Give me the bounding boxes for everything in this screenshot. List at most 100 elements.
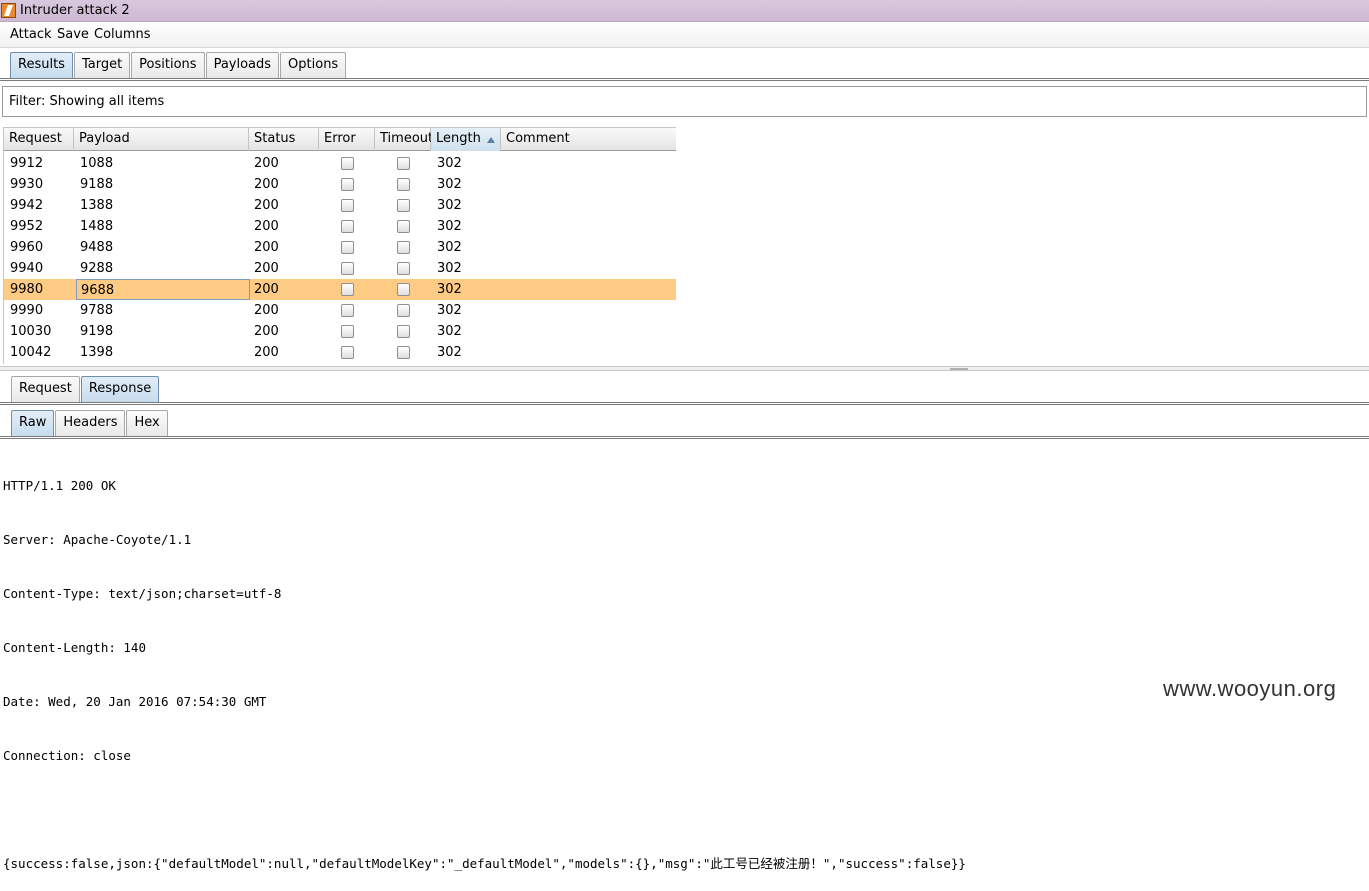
- response-line: Content-Length: 140: [3, 640, 146, 655]
- split-divider[interactable]: [0, 366, 1369, 371]
- error-checkbox[interactable]: [341, 241, 354, 254]
- cell-request: 10030: [10, 324, 52, 339]
- response-line: HTTP/1.1 200 OK: [3, 478, 116, 493]
- table-row[interactable]: 9912 1088 200 302: [4, 153, 676, 174]
- cell-length: 302: [437, 198, 462, 213]
- menu-save[interactable]: Save: [57, 27, 89, 42]
- error-checkbox[interactable]: [341, 157, 354, 170]
- table-row[interactable]: 9952 1488 200 302: [4, 216, 676, 237]
- column-header-request[interactable]: Request: [4, 128, 74, 151]
- table-row[interactable]: 10042 1398 200 302: [4, 342, 676, 363]
- cell-status: 200: [254, 282, 279, 297]
- timeout-checkbox[interactable]: [397, 199, 410, 212]
- table-row[interactable]: 9940 9288 200 302: [4, 258, 676, 279]
- column-header-timeout[interactable]: Timeout: [375, 128, 433, 151]
- title-bar: Intruder attack 2: [0, 0, 1369, 22]
- filter-text: Filter: Showing all items: [9, 94, 165, 109]
- menu-columns[interactable]: Columns: [94, 27, 151, 42]
- tab-response[interactable]: Response: [80, 376, 160, 402]
- tab-options[interactable]: Options: [280, 52, 347, 78]
- tab-hex[interactable]: Hex: [126, 410, 168, 436]
- response-line: Connection: close: [3, 748, 131, 763]
- column-header-length[interactable]: Length: [431, 128, 501, 151]
- error-checkbox[interactable]: [341, 325, 354, 338]
- error-checkbox[interactable]: [341, 346, 354, 359]
- table-row[interactable]: 10030 9198 200 302: [4, 321, 676, 342]
- error-checkbox[interactable]: [341, 199, 354, 212]
- menu-attack[interactable]: Attack: [10, 27, 52, 42]
- cell-request: 10042: [10, 345, 52, 360]
- table-row[interactable]: 9990 9788 200 302: [4, 300, 676, 321]
- timeout-checkbox[interactable]: [397, 178, 410, 191]
- cell-length: 302: [437, 177, 462, 192]
- tab-payloads[interactable]: Payloads: [205, 52, 280, 78]
- cell-request: 9990: [10, 303, 44, 318]
- watermark: www.wooyun.org: [1163, 676, 1337, 701]
- cell-length: 302: [437, 156, 462, 171]
- timeout-checkbox[interactable]: [397, 262, 410, 275]
- cell-status: 200: [254, 261, 279, 276]
- cell-status: 200: [254, 303, 279, 318]
- cell-request: 9912: [10, 156, 44, 171]
- error-checkbox[interactable]: [341, 220, 354, 233]
- cell-length: 302: [437, 240, 462, 255]
- table-row[interactable]: 9960 9488 200 302: [4, 237, 676, 258]
- cell-status: 200: [254, 156, 279, 171]
- cell-payload: 1388: [80, 198, 114, 213]
- split-grip-handle[interactable]: [950, 368, 968, 370]
- cell-payload: 1088: [80, 156, 114, 171]
- cell-payload: 9488: [80, 240, 114, 255]
- tab-headers[interactable]: Headers: [55, 410, 126, 436]
- cell-payload: 9198: [80, 324, 114, 339]
- column-header-status[interactable]: Status: [249, 128, 319, 151]
- cell-status: 200: [254, 240, 279, 255]
- error-checkbox[interactable]: [341, 283, 354, 296]
- sort-ascending-icon: [487, 137, 495, 143]
- error-checkbox[interactable]: [341, 304, 354, 317]
- error-checkbox[interactable]: [341, 262, 354, 275]
- view-tab-bar: Raw Headers Hex: [11, 410, 169, 436]
- table-row[interactable]: 9980 9688 200 302: [4, 279, 676, 300]
- column-header-payload[interactable]: Payload: [74, 128, 249, 151]
- cell-payload: 9288: [80, 261, 114, 276]
- column-header-comment[interactable]: Comment: [501, 128, 676, 151]
- table-header: Request Payload Status Error Timeout Len…: [4, 127, 676, 151]
- cell-request: 9940: [10, 261, 44, 276]
- response-body-line: {success:false,json:{"defaultModel":null…: [3, 856, 966, 871]
- column-header-error[interactable]: Error: [319, 128, 375, 151]
- timeout-checkbox[interactable]: [397, 325, 410, 338]
- cell-status: 200: [254, 177, 279, 192]
- main-tab-bar: Results Target Positions Payloads Option…: [10, 52, 347, 78]
- response-line: Server: Apache-Coyote/1.1: [3, 532, 192, 547]
- cell-status: 200: [254, 219, 279, 234]
- tab-positions[interactable]: Positions: [131, 52, 205, 78]
- menu-bar: Attack Save Columns: [0, 22, 1369, 48]
- tab-request[interactable]: Request: [11, 376, 80, 402]
- tab-raw[interactable]: Raw: [11, 410, 55, 436]
- cell-payload: 9188: [80, 177, 114, 192]
- cell-length: 302: [437, 219, 462, 234]
- timeout-checkbox[interactable]: [397, 283, 410, 296]
- timeout-checkbox[interactable]: [397, 346, 410, 359]
- detail-tab-divider: [0, 402, 1369, 405]
- cell-length: 302: [437, 303, 462, 318]
- tab-results[interactable]: Results: [10, 52, 73, 78]
- filter-bar[interactable]: Filter: Showing all items: [2, 86, 1367, 117]
- timeout-checkbox[interactable]: [397, 157, 410, 170]
- view-tab-divider: [0, 436, 1369, 439]
- results-table: Request Payload Status Error Timeout Len…: [3, 127, 676, 364]
- cell-status: 200: [254, 198, 279, 213]
- timeout-checkbox[interactable]: [397, 220, 410, 233]
- cell-length: 302: [437, 282, 462, 297]
- cell-length: 302: [437, 324, 462, 339]
- timeout-checkbox[interactable]: [397, 304, 410, 317]
- response-raw-text[interactable]: HTTP/1.1 200 OK Server: Apache-Coyote/1.…: [3, 441, 966, 891]
- timeout-checkbox[interactable]: [397, 241, 410, 254]
- table-row[interactable]: 9930 9188 200 302: [4, 174, 676, 195]
- error-checkbox[interactable]: [341, 178, 354, 191]
- cell-request: 9980: [10, 282, 44, 297]
- response-line: [3, 801, 966, 819]
- tab-target[interactable]: Target: [73, 52, 131, 78]
- table-row[interactable]: 9942 1388 200 302: [4, 195, 676, 216]
- cell-length: 302: [437, 345, 462, 360]
